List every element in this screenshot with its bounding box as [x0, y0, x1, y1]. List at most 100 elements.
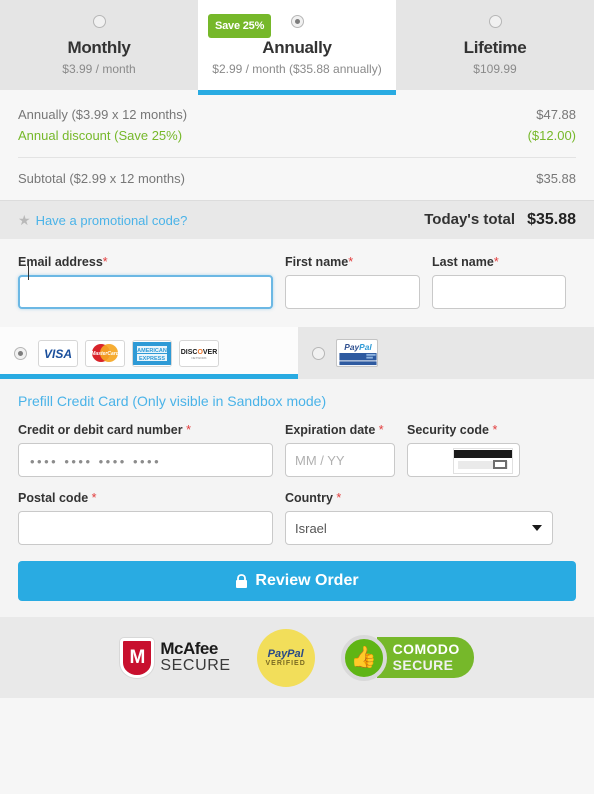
summary-value-annually: $47.88 — [536, 107, 576, 122]
visa-icon: VISA — [38, 339, 78, 367]
first-name-field-group: First name* — [285, 255, 420, 309]
mcafee-line2: SECURE — [160, 657, 231, 675]
contact-section: Email address* First name* Last name* — [0, 239, 594, 327]
mcafee-shield-icon: M — [120, 637, 155, 678]
plan-price-lifetime: $109.99 — [473, 62, 517, 76]
comodo-line2: SECURE — [392, 656, 454, 673]
thumbs-up-icon: 👍 — [340, 634, 387, 681]
svg-text:AMERICAN: AMERICAN — [137, 348, 167, 354]
review-order-label: Review Order — [255, 572, 359, 589]
plan-name-monthly: Monthly — [67, 38, 131, 57]
payment-tab-credit-card[interactable]: VISA MasterCard AMERICAN EXPRESS DISCOVE… — [0, 327, 298, 379]
plan-selector: Monthly $3.99 / month Save 25% Annually … — [0, 0, 594, 95]
postal-code-label-text: Postal code — [18, 491, 89, 505]
card-number-label-text: Credit or debit card number — [18, 423, 183, 437]
email-field-group: Email address* — [18, 255, 273, 309]
summary-label-discount: Annual discount (Save 25%) — [18, 128, 183, 143]
last-name-field-group: Last name* — [432, 255, 566, 309]
plan-option-monthly[interactable]: Monthly $3.99 / month — [0, 0, 198, 90]
paypal-icon: PayPal — [336, 339, 378, 367]
prefill-card-link[interactable]: Prefill Credit Card (Only visible in San… — [18, 393, 576, 409]
card-number-input[interactable]: •••• •••• •••• •••• — [18, 443, 273, 477]
summary-label-subtotal: Subtotal ($2.99 x 12 months) — [18, 171, 185, 186]
required-asterisk: * — [348, 255, 354, 269]
summary-row-subtotal: Subtotal ($2.99 x 12 months) $35.88 — [18, 168, 576, 200]
required-asterisk: * — [492, 423, 498, 437]
mcafee-line1: McAfee — [160, 639, 218, 659]
card-details-section: Prefill Credit Card (Only visible in San… — [0, 379, 594, 617]
summary-value-subtotal: $35.88 — [536, 171, 576, 186]
plan-radio-row-annually: Save 25% — [198, 12, 396, 38]
postal-code-label: Postal code * — [18, 491, 273, 505]
first-name-label: First name* — [285, 255, 420, 269]
svg-text:DISCOVER: DISCOVER — [181, 349, 217, 356]
last-name-label-text: Last name — [432, 255, 494, 269]
promo-band: ★ Have a promotional code? Today's total… — [0, 200, 594, 239]
expiration-field-group: Expiration date * — [285, 423, 395, 477]
expiration-input[interactable] — [285, 443, 395, 477]
required-asterisk: * — [493, 255, 499, 269]
card-number-field-group: Credit or debit card number * •••• •••• … — [18, 423, 273, 477]
plan-radio-annually[interactable] — [290, 15, 304, 29]
expiration-label: Expiration date * — [285, 423, 395, 437]
comodo-secure-badge: 👍 COMODO SECURE — [340, 634, 474, 681]
payment-tab-paypal[interactable]: PayPal — [298, 327, 594, 379]
discover-icon: DISCOVER NETWORK — [179, 339, 219, 367]
order-summary: Annually ($3.99 x 12 months) $47.88 Annu… — [0, 90, 594, 200]
plan-option-lifetime[interactable]: Lifetime $109.99 — [396, 0, 594, 90]
mcafee-secure-badge: M McAfee SECURE — [120, 637, 231, 678]
svg-text:PayPal: PayPal — [344, 342, 372, 352]
security-code-field-group: Security code * — [407, 423, 520, 477]
postal-code-input[interactable] — [18, 511, 273, 545]
summary-divider — [18, 157, 576, 158]
required-asterisk: * — [378, 423, 384, 437]
text-caret — [28, 263, 29, 280]
email-label-text: Email address — [18, 255, 103, 269]
security-code-label-text: Security code — [407, 423, 489, 437]
payment-method-tabs: VISA MasterCard AMERICAN EXPRESS DISCOVE… — [0, 327, 594, 379]
svg-text:EXPRESS: EXPRESS — [139, 356, 165, 362]
promo-code-link[interactable]: ★ Have a promotional code? — [18, 212, 187, 229]
review-order-button[interactable]: Review Order — [18, 561, 576, 601]
plan-name-annually: Annually — [262, 38, 332, 57]
credit-card-radio[interactable] — [14, 346, 27, 360]
card-number-label: Credit or debit card number * — [18, 423, 273, 437]
svg-text:MasterCard: MasterCard — [91, 351, 119, 357]
card-stripe — [454, 450, 512, 458]
security-code-input[interactable] — [407, 443, 520, 477]
card-field-row: Credit or debit card number * •••• •••• … — [18, 423, 576, 477]
contact-field-row: Email address* First name* Last name* — [18, 255, 576, 309]
plan-radio-row-lifetime — [396, 12, 594, 32]
save-badge: Save 25% — [208, 14, 272, 38]
paypal-verified-line2: VERIFIED — [265, 660, 306, 667]
plan-radio-lifetime[interactable] — [488, 15, 502, 29]
security-code-label: Security code * — [407, 423, 520, 437]
country-label: Country * — [285, 491, 553, 505]
total-group: Today's total $35.88 — [424, 211, 576, 229]
required-asterisk: * — [336, 491, 342, 505]
star-icon: ★ — [18, 211, 31, 228]
plan-price-annually: $2.99 / month ($35.88 annually) — [212, 62, 382, 76]
country-select-wrapper: Israel — [285, 511, 553, 545]
plan-price-monthly: $3.99 / month — [62, 62, 136, 76]
email-input[interactable] — [18, 275, 273, 309]
amex-icon: AMERICAN EXPRESS — [132, 339, 172, 367]
total-value: $35.88 — [527, 211, 576, 228]
card-brand-logos: VISA MasterCard AMERICAN EXPRESS DISCOVE… — [38, 339, 219, 367]
summary-value-discount: ($12.00) — [527, 128, 576, 143]
country-label-text: Country — [285, 491, 333, 505]
card-number-placeholder: •••• •••• •••• •••• — [30, 453, 162, 469]
last-name-input[interactable] — [432, 275, 566, 309]
required-asterisk: * — [91, 491, 97, 505]
last-name-label: Last name* — [432, 255, 566, 269]
lock-icon — [236, 573, 248, 588]
first-name-input[interactable] — [285, 275, 420, 309]
country-select[interactable]: Israel — [285, 511, 553, 545]
total-label: Today's total — [424, 211, 516, 228]
paypal-radio[interactable] — [312, 346, 325, 360]
card-cvv-box — [493, 460, 507, 469]
plan-radio-monthly[interactable] — [92, 15, 106, 29]
plan-option-annually[interactable]: Save 25% Annually $2.99 / month ($35.88 … — [198, 0, 396, 95]
paypal-verified-line1: PayPal — [267, 648, 304, 660]
promo-code-label: Have a promotional code? — [35, 212, 188, 228]
